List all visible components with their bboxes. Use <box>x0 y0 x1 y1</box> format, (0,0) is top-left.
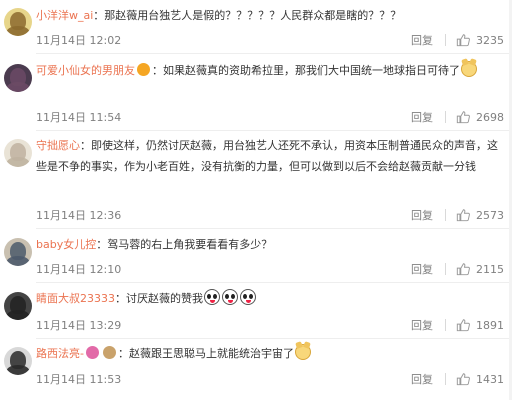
like-count: 3235 <box>476 33 504 47</box>
timestamp: 11月14日 12:10 <box>36 263 122 276</box>
reply-button[interactable]: 回复 <box>411 109 433 125</box>
like-count: 1431 <box>476 372 504 386</box>
avatar[interactable] <box>4 238 32 266</box>
thumbs-up-icon[interactable] <box>456 318 470 332</box>
action-divider <box>445 111 446 123</box>
comment-divider <box>36 338 512 339</box>
username-link[interactable]: 小洋洋w_ai <box>36 9 93 22</box>
timestamp: 11月14日 11:54 <box>36 111 122 124</box>
comment-body: 那赵薇用台独艺人是假的？？？？？人民群众都是瞎的？？？ <box>104 9 402 22</box>
username-link[interactable]: 睛面大叔23333 <box>36 292 115 305</box>
avatar[interactable] <box>4 64 32 92</box>
reply-button[interactable]: 回复 <box>411 32 433 48</box>
like-count: 2573 <box>476 208 504 222</box>
timestamp: 11月14日 12:36 <box>36 209 122 222</box>
butterfly-icon <box>85 346 99 359</box>
avatar[interactable] <box>4 8 32 36</box>
thumbs-up-icon[interactable] <box>456 33 470 47</box>
comment-actions: 回复 1431 <box>411 371 504 387</box>
comment-divider <box>36 53 512 54</box>
comment-body: 如果赵薇真的资助希拉里，那我们大中国统一地球指日可待了 <box>163 64 460 77</box>
vip-crown-icon <box>137 63 150 76</box>
comment-text-block: 路西法亮- ：赵薇跟王思聪马上就能统治宇宙了 <box>36 343 504 364</box>
comment-actions: 回复 2115 <box>411 261 504 277</box>
comment-divider <box>36 228 512 229</box>
reply-button[interactable]: 回复 <box>411 261 433 277</box>
comment-text-block: 守拙愿心：即使这样，仍然讨厌赵薇，用台独艺人还死不承认，用资本压制普通民众的声音… <box>36 139 498 173</box>
username-link[interactable]: baby女儿控 <box>36 238 96 251</box>
thumbs-up-icon[interactable] <box>456 372 470 386</box>
reply-button[interactable]: 回复 <box>411 317 433 333</box>
action-divider <box>445 373 446 385</box>
avatar[interactable] <box>4 347 32 375</box>
comment-body: 即使这样，仍然讨厌赵薇，用台独艺人还死不承认，用资本压制普通民众的声音，这些是不… <box>36 139 498 173</box>
username-link[interactable]: 守拙愿心 <box>36 139 80 152</box>
comment-body: 驾马蓉的右上角我要看看有多少？ <box>107 238 273 251</box>
comment-text-block: 小洋洋w_ai：那赵薇用台独艺人是假的？？？？？人民群众都是瞎的？？？ <box>36 9 402 22</box>
username-link[interactable]: 可爱小仙女的男朋友 <box>36 64 135 77</box>
comment-divider <box>36 282 512 283</box>
dog-face-emoji-icon <box>461 61 477 77</box>
comment-feed: 小洋洋w_ai：那赵薇用台独艺人是假的？？？？？人民群众都是瞎的？？？ 11月1… <box>0 0 512 400</box>
dog-face-emoji-icon <box>294 344 311 360</box>
panda-face-emoji-icon <box>222 289 238 305</box>
action-divider <box>445 209 446 221</box>
comment-body: 赵薇跟王思聪马上就能统治宇宙了 <box>128 347 294 360</box>
comment-text-block: 可爱小仙女的男朋友 ：如果赵薇真的资助希拉里，那我们大中国统一地球指日可待了 <box>36 60 504 81</box>
comment-text-block: 睛面大叔23333：讨厌赵薇的赞我 <box>36 288 504 309</box>
like-count: 1891 <box>476 318 504 332</box>
reply-button[interactable]: 回复 <box>411 207 433 223</box>
avatar[interactable] <box>4 292 32 320</box>
comment-actions: 回复 2573 <box>411 207 504 223</box>
avatar[interactable] <box>4 139 32 167</box>
action-divider <box>445 263 446 275</box>
thumbs-up-icon[interactable] <box>456 110 470 124</box>
comment-actions: 回复 3235 <box>411 32 504 48</box>
sheep-badge-icon <box>102 346 116 359</box>
comment-divider <box>36 130 512 131</box>
timestamp: 11月14日 13:29 <box>36 319 122 332</box>
thumbs-up-icon[interactable] <box>456 208 470 222</box>
like-count: 2698 <box>476 110 504 124</box>
action-divider <box>445 319 446 331</box>
timestamp: 11月14日 12:02 <box>36 34 122 47</box>
comment-text-block: baby女儿控：驾马蓉的右上角我要看看有多少？ <box>36 238 273 251</box>
timestamp: 11月14日 11:53 <box>36 373 122 386</box>
comment-body: 讨厌赵薇的赞我 <box>126 292 203 305</box>
thumbs-up-icon[interactable] <box>456 262 470 276</box>
panda-face-emoji-icon <box>204 289 220 305</box>
action-divider <box>445 34 446 46</box>
reply-button[interactable]: 回复 <box>411 371 433 387</box>
comment-actions: 回复 2698 <box>411 109 504 125</box>
username-link[interactable]: 路西法亮- <box>36 347 84 360</box>
comment-actions: 回复 1891 <box>411 317 504 333</box>
like-count: 2115 <box>476 262 504 276</box>
panda-face-emoji-icon <box>240 289 256 305</box>
